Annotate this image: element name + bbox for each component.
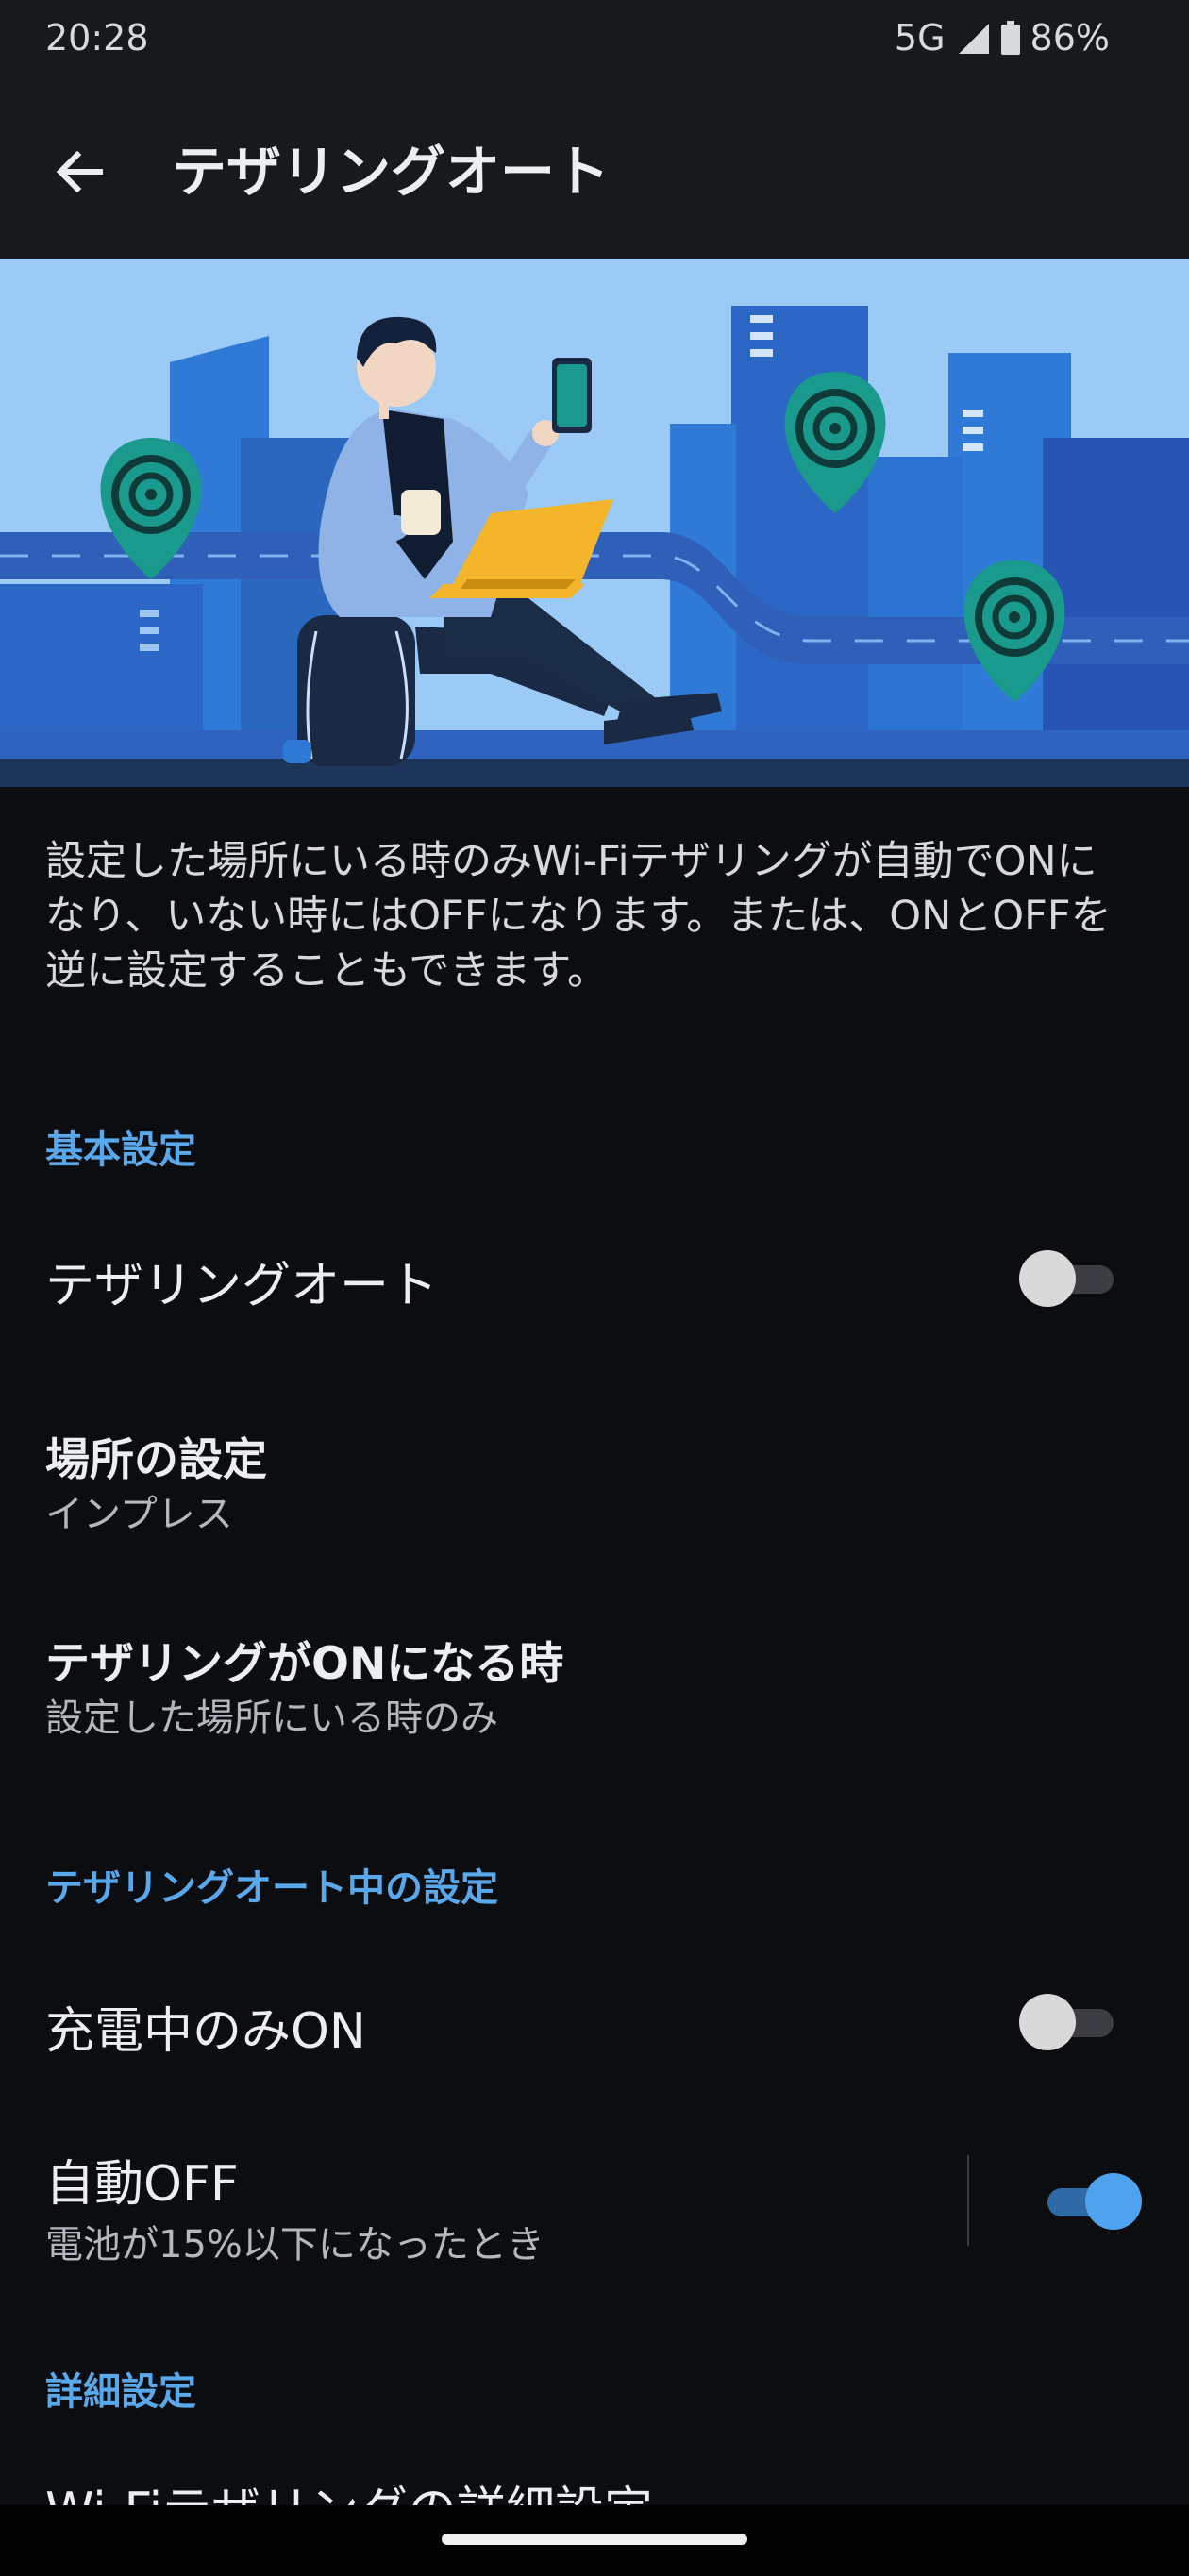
- switch-thumb: [1019, 1250, 1076, 1307]
- back-button[interactable]: [42, 134, 117, 209]
- status-bar: 20:28 5G 86%: [0, 0, 1189, 79]
- location-setting-row[interactable]: 場所の設定 インプレス: [0, 1397, 1189, 1557]
- when-on-row[interactable]: テザリングがONになる時 設定した場所にいる時のみ: [0, 1600, 1189, 1761]
- navigation-bar: [0, 2505, 1189, 2576]
- network-type: 5G: [894, 17, 946, 59]
- charging-only-row[interactable]: 充電中のみON: [0, 1963, 1189, 2080]
- section-header-basic: 基本設定: [45, 1129, 196, 1172]
- auto-off-title: 自動OFF: [45, 2156, 239, 2213]
- auto-off-switch[interactable]: [1038, 2168, 1142, 2234]
- section-header-advanced: 詳細設定: [45, 2370, 196, 2414]
- charging-only-title: 充電中のみON: [45, 2003, 366, 2060]
- arrow-back-icon: [56, 150, 103, 193]
- switch-thumb: [1019, 1994, 1076, 2050]
- wifi-detail-row[interactable]: Wi-Fiテザリングの詳細設定: [45, 2482, 895, 2505]
- tethering-auto-title: テザリングオート: [45, 1258, 439, 1314]
- status-time: 20:28: [45, 17, 149, 59]
- status-icons: 5G 86%: [895, 17, 1110, 59]
- when-on-value: 設定した場所にいる時のみ: [45, 1697, 498, 1740]
- location-setting-value: インプレス: [45, 1493, 233, 1536]
- location-setting-title: 場所の設定: [45, 1434, 267, 1486]
- hero-illustration: [0, 259, 1189, 787]
- battery-icon: [1000, 21, 1020, 55]
- tethering-auto-switch[interactable]: [1019, 1246, 1123, 1312]
- tethering-auto-row[interactable]: テザリングオート: [0, 1223, 1189, 1340]
- when-on-title: テザリングがONになる時: [45, 1638, 564, 1690]
- signal-icon: [958, 24, 989, 54]
- switch-thumb: [1085, 2173, 1142, 2230]
- row-divider: [967, 2155, 969, 2246]
- app-bar: テザリングオート: [0, 79, 1189, 259]
- wifi-detail-title: Wi-Fiテザリングの詳細設定: [45, 2482, 895, 2505]
- description-text: 設定した場所にいる時のみWi-Fiテザリングが自動でONになり、いない時にはOF…: [45, 838, 1112, 995]
- backpack-icon: [283, 615, 415, 766]
- auto-off-row[interactable]: 自動OFF 電池が15%以下になったとき: [0, 2123, 1189, 2283]
- auto-off-subtitle: 電池が15%以下になったとき: [45, 2223, 544, 2267]
- charging-only-switch[interactable]: [1019, 1989, 1123, 2055]
- home-gesture-handle[interactable]: [442, 2534, 747, 2545]
- page-title: テザリングオート: [172, 140, 611, 204]
- battery-level: 86%: [1030, 17, 1110, 59]
- section-header-during: テザリングオート中の設定: [45, 1866, 498, 1910]
